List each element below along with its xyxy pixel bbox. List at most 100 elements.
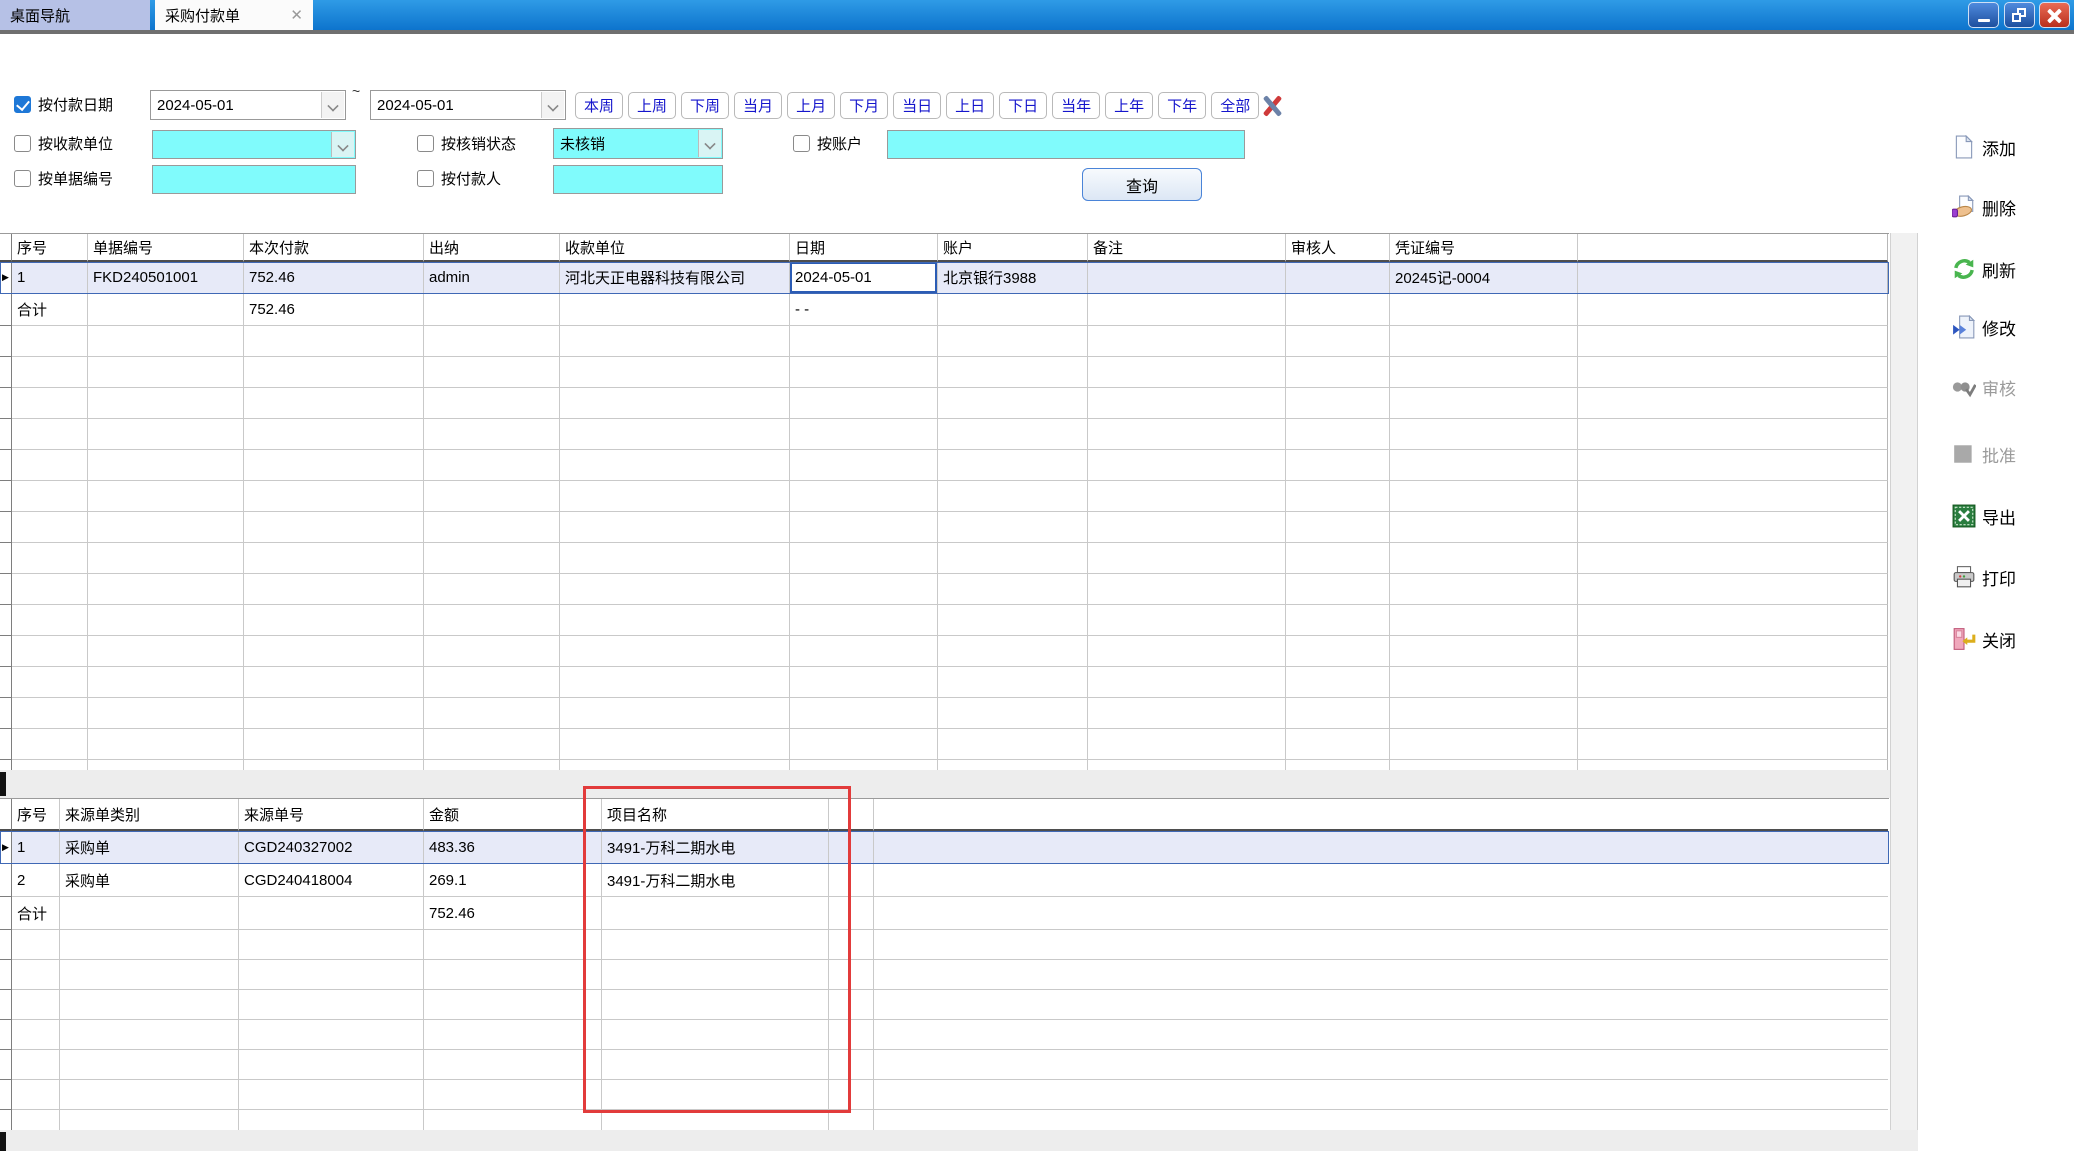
quick-date-button[interactable]: 当年 [1052, 92, 1100, 119]
quick-date-button[interactable]: 全部 [1211, 92, 1259, 119]
table-cell[interactable]: 采购单 [60, 864, 239, 897]
quick-date-button[interactable]: 本周 [575, 92, 623, 119]
delete-button[interactable]: 删除 [1952, 192, 2016, 222]
export-button[interactable]: 导出 [1952, 501, 2016, 531]
print-button[interactable]: 打印 [1952, 562, 2016, 592]
row-selector[interactable] [0, 294, 12, 326]
table-cell[interactable]: admin [424, 262, 560, 294]
table-cell[interactable]: CGD240327002 [239, 831, 424, 864]
quick-date-button[interactable]: 下月 [840, 92, 888, 119]
filter-tools-icon[interactable] [1258, 92, 1286, 120]
table-cell[interactable] [602, 897, 829, 930]
row-selector[interactable] [0, 864, 12, 897]
tab-close-icon[interactable]: ✕ [290, 8, 303, 23]
column-header[interactable]: 本次付款 [244, 234, 424, 262]
table-row[interactable]: ▶1FKD240501001752.46admin河北天正电器科技有限公司202… [0, 262, 1889, 294]
quick-date-button[interactable]: 下日 [999, 92, 1047, 119]
table-cell[interactable]: 合计 [12, 294, 88, 326]
chevron-down-icon[interactable] [541, 92, 564, 118]
table-row[interactable]: 合计752.46- - [0, 294, 1889, 326]
column-header[interactable] [874, 799, 1888, 831]
table-cell[interactable] [1578, 294, 1888, 326]
column-header[interactable]: 单据编号 [88, 234, 244, 262]
table-row[interactable]: 2采购单CGD240418004269.13491-万科二期水电 [0, 864, 1889, 897]
table-cell[interactable]: 北京银行3988 [938, 262, 1088, 294]
column-header[interactable]: 日期 [790, 234, 938, 262]
table-cell[interactable] [88, 294, 244, 326]
table-cell[interactable]: CGD240418004 [239, 864, 424, 897]
table-cell[interactable]: 752.46 [424, 897, 602, 930]
column-header[interactable]: 账户 [938, 234, 1088, 262]
quick-date-button[interactable]: 下年 [1158, 92, 1206, 119]
column-header[interactable]: 序号 [12, 234, 88, 262]
chevron-down-icon[interactable] [321, 92, 344, 118]
table-row[interactable]: 合计 752.46 [0, 897, 1889, 930]
writeoff-status-checkbox[interactable] [417, 135, 434, 152]
date-from-select[interactable]: 2024-05-01 [150, 90, 346, 120]
pay-date-checkbox[interactable] [14, 96, 31, 113]
table-cell[interactable] [1088, 262, 1286, 294]
table-cell[interactable]: 752.46 [244, 262, 424, 294]
tab-purchase-payment[interactable]: 采购付款单 ✕ [155, 0, 313, 30]
table-cell[interactable] [239, 897, 424, 930]
table-cell[interactable]: 合计 [12, 897, 60, 930]
table-cell[interactable]: 752.46 [244, 294, 424, 326]
table-cell[interactable] [1088, 294, 1286, 326]
account-input[interactable] [887, 130, 1245, 159]
column-header[interactable]: 凭证编号 [1390, 234, 1578, 262]
table-cell[interactable]: 20245记-0004 [1390, 262, 1578, 294]
table-cell[interactable] [829, 864, 874, 897]
table-cell[interactable] [424, 294, 560, 326]
table-cell[interactable]: 1 [12, 831, 60, 864]
query-button[interactable]: 查询 [1082, 168, 1202, 201]
quick-date-button[interactable]: 当月 [734, 92, 782, 119]
quick-date-button[interactable]: 上月 [787, 92, 835, 119]
table-cell[interactable] [1390, 294, 1578, 326]
column-header[interactable]: 项目名称 [602, 799, 829, 831]
table-cell[interactable]: FKD240501001 [88, 262, 244, 294]
table-cell[interactable]: 3491-万科二期水电 [602, 831, 829, 864]
payer-input[interactable] [553, 165, 723, 194]
column-header[interactable]: 备注 [1088, 234, 1286, 262]
restore-button[interactable] [2004, 2, 2035, 28]
account-checkbox[interactable] [793, 135, 810, 152]
quick-date-button[interactable]: 上周 [628, 92, 676, 119]
add-button[interactable]: 添加 [1952, 132, 2016, 162]
column-header[interactable] [829, 799, 874, 831]
column-header[interactable]: 收款单位 [560, 234, 790, 262]
column-header[interactable]: 序号 [12, 799, 60, 831]
doc-number-checkbox[interactable] [14, 170, 31, 187]
column-header[interactable]: 出纳 [424, 234, 560, 262]
row-selector[interactable]: ▶ [0, 831, 12, 864]
table-cell[interactable] [874, 864, 1888, 897]
table-cell[interactable] [560, 294, 790, 326]
quick-date-button[interactable]: 当日 [893, 92, 941, 119]
table-cell[interactable] [1578, 262, 1888, 294]
table-cell[interactable]: 3491-万科二期水电 [602, 864, 829, 897]
row-selector[interactable]: ▶ [0, 262, 12, 294]
table-cell[interactable] [938, 294, 1088, 326]
column-header[interactable]: 金额 [424, 799, 602, 831]
table-cell[interactable]: 2024-05-01 [790, 262, 938, 294]
column-header[interactable]: 来源单号 [239, 799, 424, 831]
table-cell[interactable] [829, 831, 874, 864]
modify-button[interactable]: 修改 [1952, 312, 2016, 342]
table-cell[interactable] [874, 897, 1888, 930]
chevron-down-icon[interactable] [698, 130, 721, 157]
column-header[interactable]: 来源单类别 [60, 799, 239, 831]
chevron-down-icon[interactable] [331, 132, 354, 157]
close-tab-button[interactable]: 关闭 [1952, 624, 2016, 654]
payee-checkbox[interactable] [14, 135, 31, 152]
doc-number-input[interactable] [152, 165, 356, 194]
table-cell[interactable]: 采购单 [60, 831, 239, 864]
quick-date-button[interactable]: 上年 [1105, 92, 1153, 119]
table-cell[interactable] [874, 831, 1888, 864]
minimize-button[interactable] [1968, 2, 1999, 28]
table-row[interactable]: ▶1采购单CGD240327002483.363491-万科二期水电 [0, 831, 1889, 864]
quick-date-button[interactable]: 上日 [946, 92, 994, 119]
writeoff-status-select[interactable]: 未核销 [553, 128, 723, 159]
vertical-scrollbar[interactable] [1890, 233, 1918, 1130]
table-cell[interactable]: 269.1 [424, 864, 602, 897]
column-header[interactable] [1578, 234, 1888, 262]
table-cell[interactable]: 483.36 [424, 831, 602, 864]
